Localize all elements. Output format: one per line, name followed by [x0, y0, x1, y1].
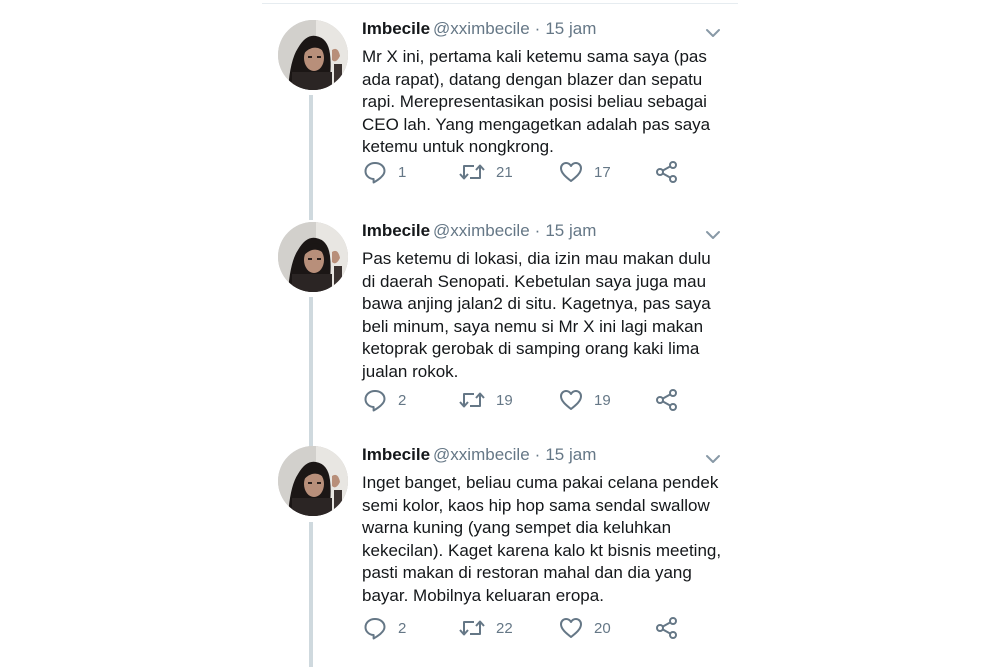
timestamp[interactable]: 15 jam	[545, 445, 596, 464]
tweet[interactable]: Imbecile @xximbecile · 15 jam Pas ketemu di…	[262, 206, 738, 431]
user-handle[interactable]: @xximbecile	[433, 19, 530, 38]
like-count: 19	[594, 391, 611, 409]
share-icon	[654, 159, 680, 185]
reply-count: 2	[398, 391, 407, 409]
display-name[interactable]: Imbecile	[362, 19, 430, 38]
like-button[interactable]: 20	[558, 614, 611, 642]
user-handle[interactable]: @xximbecile	[433, 445, 530, 464]
separator-dot: ·	[534, 19, 541, 38]
share-icon	[654, 387, 680, 413]
avatar[interactable]	[278, 222, 348, 292]
heart-icon	[558, 159, 584, 185]
reply-count: 1	[398, 163, 407, 181]
separator-dot: ·	[534, 445, 541, 464]
chevron-down-icon[interactable]	[702, 224, 724, 246]
reply-icon	[362, 159, 388, 185]
reply-button[interactable]: 2	[362, 386, 406, 414]
tweet-text: Pas ketemu di lokasi, dia izin mau makan…	[362, 249, 711, 381]
retweet-icon	[458, 615, 486, 641]
tweet-header: Imbecile @xximbecile · 15 jam	[362, 18, 722, 40]
tweet[interactable]: Imbecile @xximbecile · 15 jam Mr X ini, per…	[262, 4, 738, 229]
tweet-text: Mr X ini, pertama kali ketemu sama saya …	[362, 47, 711, 156]
tweet-actions: 1 21 17	[362, 158, 722, 186]
share-button[interactable]	[654, 386, 680, 414]
chevron-down-icon[interactable]	[702, 448, 724, 470]
tweet-header: Imbecile @xximbecile · 15 jam	[362, 444, 722, 466]
reply-button[interactable]: 2	[362, 614, 406, 642]
tweet-text: Inget banget, beliau cuma pakai celana p…	[362, 473, 722, 605]
like-count: 17	[594, 163, 611, 181]
retweet-count: 22	[496, 619, 513, 637]
reply-count: 2	[398, 619, 407, 637]
retweet-button[interactable]: 21	[458, 158, 513, 186]
timestamp[interactable]: 15 jam	[545, 19, 596, 38]
like-count: 20	[594, 619, 611, 637]
retweet-icon	[458, 387, 486, 413]
user-handle[interactable]: @xximbecile	[433, 221, 530, 240]
tweet-actions: 2 22 20	[362, 614, 722, 642]
separator-dot: ·	[534, 221, 541, 240]
reply-icon	[362, 387, 388, 413]
avatar[interactable]	[278, 446, 348, 516]
tweet[interactable]: Imbecile @xximbecile · 15 jam Inget banget,…	[262, 430, 738, 655]
tweet-header: Imbecile @xximbecile · 15 jam	[362, 220, 722, 242]
retweet-icon	[458, 159, 486, 185]
like-button[interactable]: 19	[558, 386, 611, 414]
chevron-down-icon[interactable]	[702, 22, 724, 44]
share-icon	[654, 615, 680, 641]
retweet-button[interactable]: 19	[458, 386, 513, 414]
retweet-button[interactable]: 22	[458, 614, 513, 642]
tweet-actions: 2 19 19	[362, 386, 722, 414]
heart-icon	[558, 387, 584, 413]
retweet-count: 19	[496, 391, 513, 409]
timestamp[interactable]: 15 jam	[545, 221, 596, 240]
share-button[interactable]	[654, 158, 680, 186]
reply-button[interactable]: 1	[362, 158, 406, 186]
avatar[interactable]	[278, 20, 348, 90]
like-button[interactable]: 17	[558, 158, 611, 186]
heart-icon	[558, 615, 584, 641]
share-button[interactable]	[654, 614, 680, 642]
reply-icon	[362, 615, 388, 641]
display-name[interactable]: Imbecile	[362, 221, 430, 240]
retweet-count: 21	[496, 163, 513, 181]
display-name[interactable]: Imbecile	[362, 445, 430, 464]
